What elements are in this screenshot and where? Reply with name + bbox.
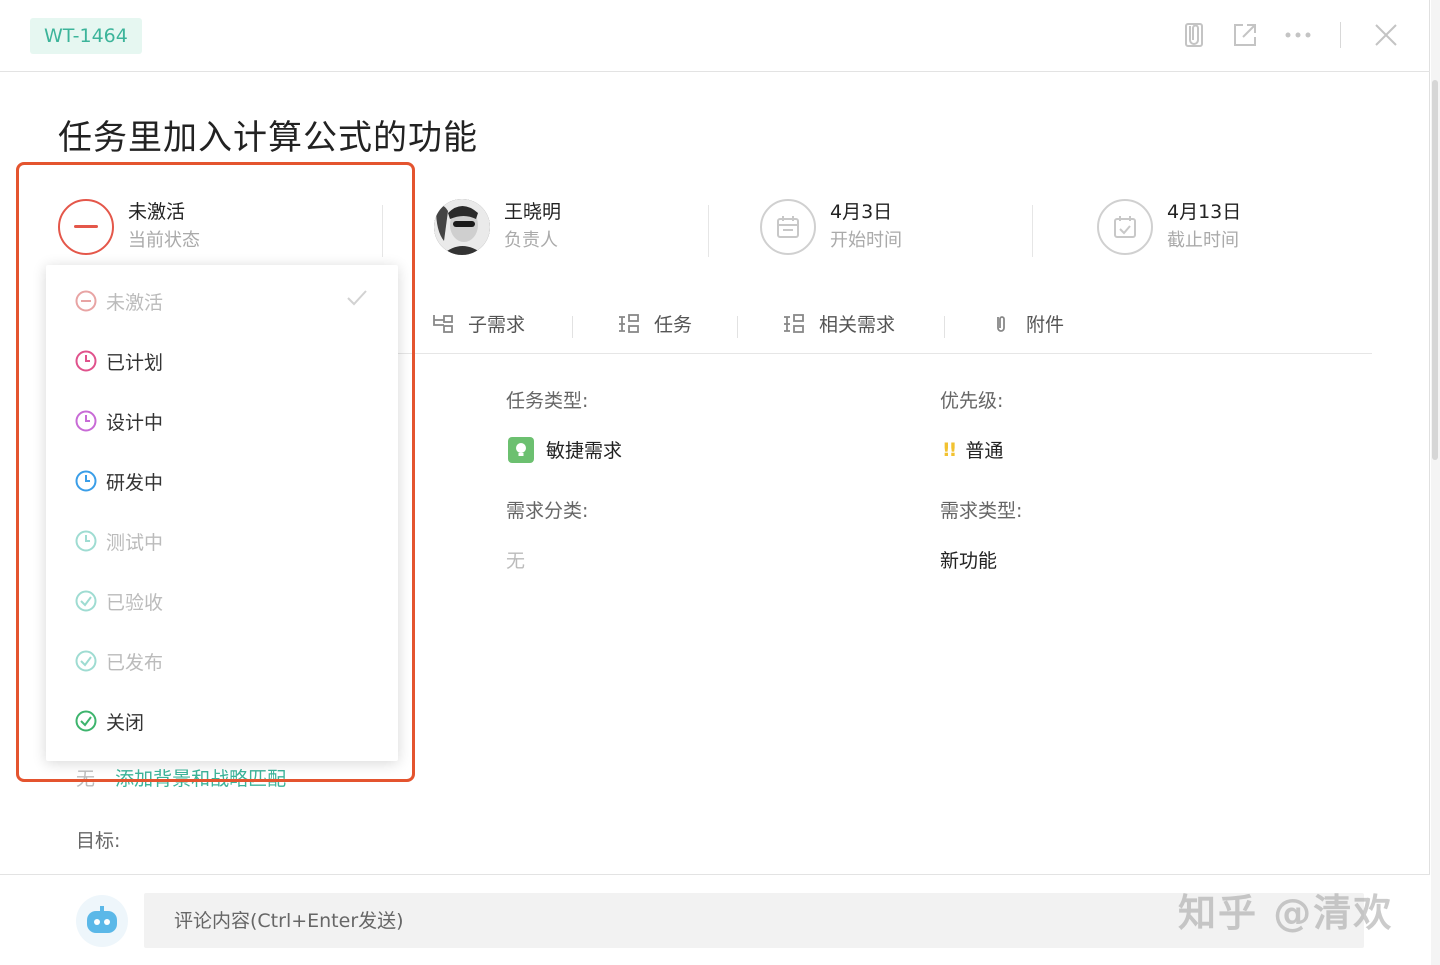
tab-divider: [737, 316, 738, 338]
scrollbar-thumb[interactable]: [1432, 80, 1438, 460]
status-option-accepted[interactable]: 已验收: [46, 571, 398, 631]
close-icon[interactable]: [1372, 20, 1400, 50]
tab-label: 附件: [1026, 314, 1065, 336]
check-circle-icon: [74, 589, 98, 613]
tab-label: 任务: [654, 314, 693, 336]
meta-divider: [708, 205, 709, 257]
check-icon: [346, 289, 368, 312]
priority-label: 优先级:: [940, 390, 1004, 412]
status-option-designing[interactable]: 设计中: [46, 391, 398, 451]
sub-requirement-icon: [432, 313, 454, 335]
clock-icon: [74, 469, 98, 493]
lightbulb-icon: [508, 436, 534, 463]
task-icon: [618, 313, 640, 335]
start-date-value: 4月3日: [830, 201, 893, 223]
page-title[interactable]: 任务里加入计算公式的功能: [58, 110, 478, 159]
status-field[interactable]: 未激活 当前状态: [58, 198, 200, 256]
meta-divider: [1032, 205, 1033, 257]
scrollbar[interactable]: [1431, 0, 1440, 965]
robot-avatar-icon: [76, 895, 128, 947]
calendar-check-icon: [1097, 199, 1153, 255]
tab-divider: [944, 316, 945, 338]
more-icon[interactable]: [1284, 20, 1312, 50]
status-option-closed[interactable]: 关闭: [46, 691, 398, 751]
status-option-label: 已计划: [106, 351, 164, 374]
task-type-label: 任务类型:: [506, 390, 589, 412]
clock-icon: [74, 529, 98, 553]
status-value: 未激活: [128, 201, 186, 223]
meta-divider: [382, 205, 383, 257]
status-option-label: 已发布: [106, 651, 164, 674]
attachment-icon[interactable]: [1180, 20, 1208, 50]
add-background-link[interactable]: 添加背景和战略匹配: [115, 768, 286, 790]
task-type-text: 敏捷需求: [546, 440, 623, 462]
tab-related-requirements[interactable]: 相关需求: [783, 310, 895, 337]
tab-sub-requirements[interactable]: 子需求: [432, 310, 525, 337]
tab-divider: [572, 316, 573, 338]
owner-label: 负责人: [504, 230, 558, 251]
priority-mark: !!: [942, 438, 957, 461]
status-option-label: 未激活: [106, 291, 164, 314]
status-option-label: 测试中: [106, 531, 164, 554]
tab-attachments[interactable]: 附件: [990, 310, 1064, 337]
clock-icon: [74, 409, 98, 433]
priority-text: 普通: [965, 440, 1004, 462]
check-circle-icon: [74, 709, 98, 733]
detail-panel: WT-1464 任务里加入计算公式的功能 未激活 当前状态 王晓明 负责人 4月…: [0, 0, 1430, 965]
status-option-label: 研发中: [106, 471, 164, 494]
background-empty: 无: [76, 768, 96, 790]
minus-circle-icon: [58, 199, 114, 255]
start-date-field[interactable]: 4月3日 开始时间: [760, 198, 902, 256]
background-row: 无 添加背景和战略匹配: [76, 764, 286, 791]
requirement-category-value[interactable]: 无: [506, 546, 525, 573]
task-type-value[interactable]: 敏捷需求: [508, 436, 622, 463]
related-icon: [783, 313, 805, 335]
calendar-icon: [760, 199, 816, 255]
requirement-type-value[interactable]: 新功能: [940, 546, 997, 573]
tab-label: 相关需求: [819, 314, 896, 336]
due-date-label: 截止时间: [1167, 230, 1239, 251]
status-option-label: 关闭: [106, 711, 145, 734]
requirement-type-label: 需求类型:: [940, 500, 1023, 522]
status-option-released[interactable]: 已发布: [46, 631, 398, 691]
owner-field[interactable]: 王晓明 负责人: [434, 198, 561, 256]
status-option-testing[interactable]: 测试中: [46, 511, 398, 571]
requirement-category-label: 需求分类:: [506, 500, 589, 522]
open-external-icon[interactable]: [1231, 20, 1259, 50]
status-option-inactive[interactable]: 未激活: [46, 271, 398, 331]
status-label: 当前状态: [128, 230, 200, 251]
ticket-id-badge[interactable]: WT-1464: [30, 18, 142, 54]
status-option-label: 已验收: [106, 591, 164, 614]
status-dropdown: 未激活 已计划 设计中 研发中 测试中 已验收 已发布 关闭: [46, 265, 398, 761]
watermark: 知乎 @清欢: [1178, 891, 1394, 935]
priority-value[interactable]: !! 普通: [942, 436, 1003, 463]
tab-tasks[interactable]: 任务: [618, 310, 692, 337]
avatar: [434, 199, 490, 255]
minus-circle-icon: [74, 289, 98, 313]
status-option-developing[interactable]: 研发中: [46, 451, 398, 511]
tab-label: 子需求: [468, 314, 526, 336]
status-option-label: 设计中: [106, 411, 164, 434]
header-divider: [1340, 22, 1341, 48]
attachment-icon: [990, 313, 1012, 335]
clock-icon: [74, 349, 98, 373]
tab-bar: 子需求 任务 相关需求 附件: [398, 298, 1372, 354]
status-option-planned[interactable]: 已计划: [46, 331, 398, 391]
goal-label: 目标:: [76, 830, 121, 852]
panel-header: WT-1464: [0, 0, 1430, 72]
check-circle-icon: [74, 649, 98, 673]
due-date-field[interactable]: 4月13日 截止时间: [1097, 198, 1241, 256]
owner-value: 王晓明: [504, 201, 562, 223]
due-date-value: 4月13日: [1167, 201, 1242, 223]
start-date-label: 开始时间: [830, 230, 902, 251]
